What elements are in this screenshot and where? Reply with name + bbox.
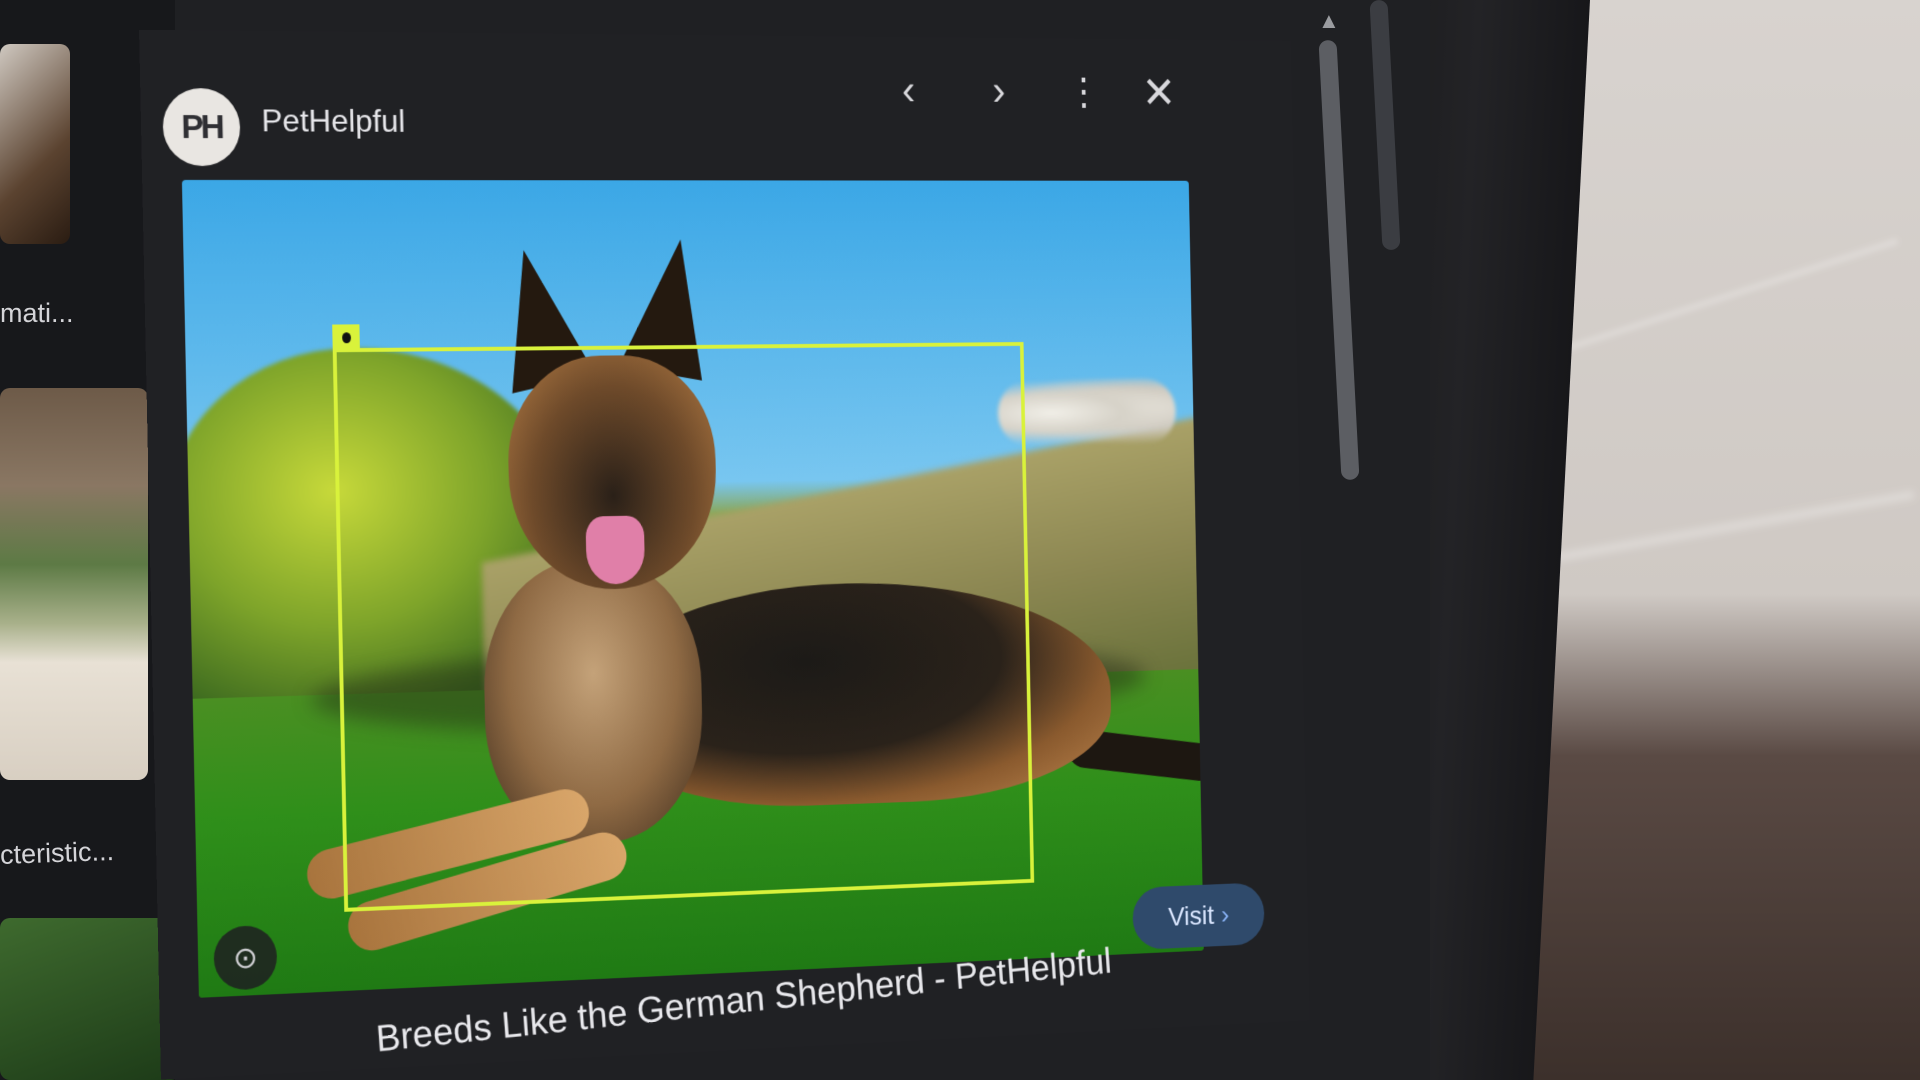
wall-highlight [1519,490,1915,568]
result-caption[interactable]: cteristic... [0,836,115,871]
detection-box-handle[interactable] [332,324,360,351]
more-vert-icon[interactable]: ⋮ [1058,65,1109,118]
result-thumbnail[interactable] [0,918,180,1080]
result-caption[interactable]: mati... [0,298,74,329]
chevron-left-icon[interactable]: ‹ [882,64,934,118]
preview-image[interactable] [181,179,1204,998]
detection-box[interactable] [332,342,1035,912]
chevron-right-icon[interactable]: › [973,64,1024,118]
viewer-header: PH PetHelpful ‹ › ⋮ ✕ [139,30,1293,167]
visit-button[interactable]: Visit › [1132,882,1265,951]
chevron-right-icon: › [1220,899,1230,930]
result-thumbnail[interactable] [0,388,148,780]
visit-label: Visit [1167,900,1215,932]
device-screen: mati... cteristic... ▲ PH PetHelpful ‹ ›… [0,0,1430,1080]
close-icon[interactable]: ✕ [1134,66,1184,119]
scroll-up-arrow-icon[interactable]: ▲ [1318,8,1340,34]
image-viewer: PH PetHelpful ‹ › ⋮ ✕ ⊙ Visit › Breeds L… [139,29,1310,1080]
site-logo: PH [162,87,241,167]
scrollbar-track[interactable] [1369,0,1401,251]
site-name[interactable]: PetHelpful [261,103,405,140]
result-thumbnail[interactable] [0,44,70,244]
scrollbar-thumb[interactable] [1318,39,1360,481]
